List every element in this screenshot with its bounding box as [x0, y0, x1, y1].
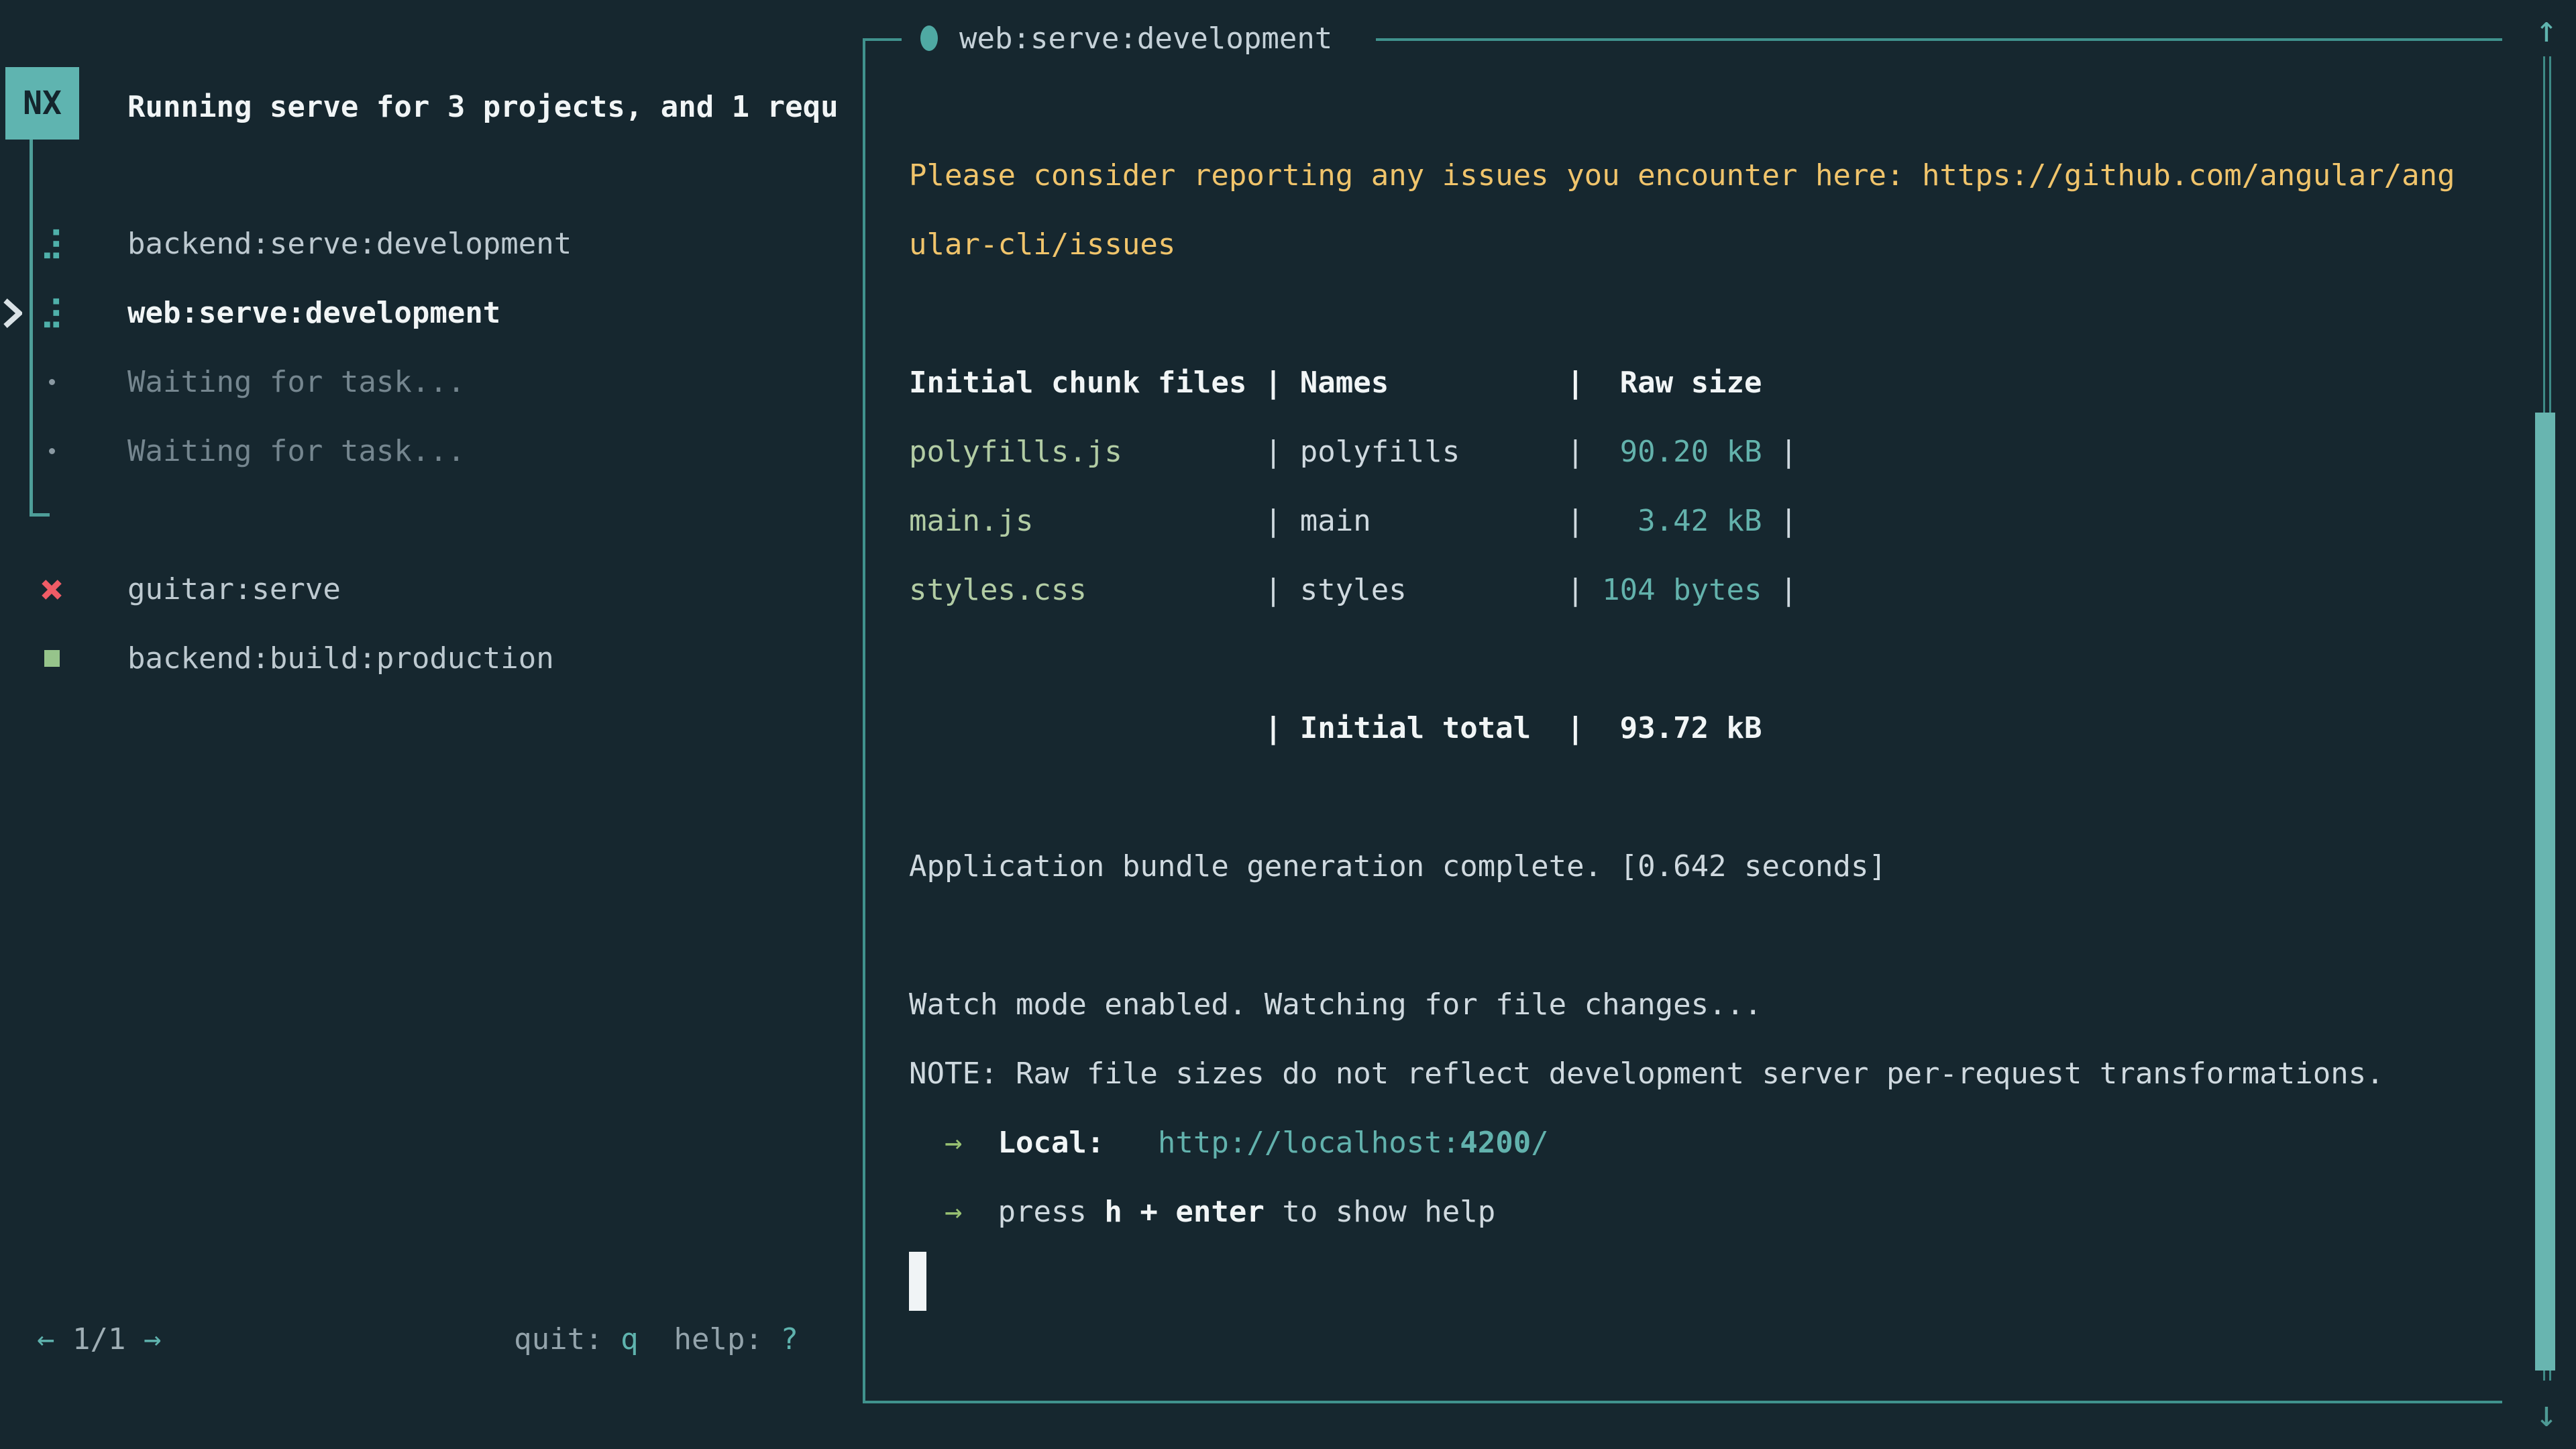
sidebar: NX Running serve for 3 projects, and 1 r…	[0, 0, 863, 1449]
terminal-line: → Local: http://localhost:4200/	[909, 1108, 2532, 1177]
terminal-line: → press h + enter to show help	[909, 1177, 2532, 1246]
nx-tui-screen: NX Running serve for 3 projects, and 1 r…	[0, 0, 2576, 1449]
dot-icon	[36, 347, 68, 417]
terminal-text: |	[1762, 573, 1798, 607]
spinner-icon	[36, 209, 68, 278]
page-indicator	[55, 1322, 73, 1356]
terminal-text: |	[1762, 504, 1798, 538]
panel-border-left	[863, 38, 865, 1403]
shortcut-key: q	[621, 1322, 639, 1356]
terminal-text: Application bundle generation complete. …	[909, 849, 1886, 883]
terminal-text: Local:	[998, 1126, 1104, 1160]
terminal-text: press	[998, 1195, 1104, 1229]
terminal-line: | Initial total | 93.72 kB	[909, 694, 2532, 763]
terminal-text: ular-cli/issues	[909, 227, 1175, 262]
terminal-output: Please consider reporting any issues you…	[909, 141, 2532, 1316]
terminal-line: polyfills.js | polyfills | 90.20 kB |	[909, 417, 2532, 486]
terminal-text: | Initial total | 93.72 kB	[909, 711, 1762, 745]
task-row-spacer	[0, 486, 863, 555]
terminal-text	[962, 1195, 998, 1229]
local-url[interactable]: 4200	[1460, 1126, 1531, 1160]
local-url[interactable]: http://localhost:	[1158, 1126, 1460, 1160]
terminal-text: 90.20 kB	[1602, 435, 1762, 469]
page-indicator-value: 1/1	[72, 1322, 125, 1356]
dot-icon	[36, 417, 68, 486]
terminal-line: main.js | main | 3.42 kB |	[909, 486, 2532, 555]
none-icon	[36, 486, 68, 555]
terminal-line: styles.css | styles | 104 bytes |	[909, 555, 2532, 625]
terminal-text: →	[945, 1126, 963, 1160]
terminal-text: to show help	[1265, 1195, 1495, 1229]
task-label: backend:build:production	[127, 641, 554, 676]
panel-header: web:serve:development	[863, 4, 2576, 72]
spinner-icon	[36, 278, 68, 347]
output-panel: web:serve:development Please consider re…	[863, 0, 2576, 1449]
terminal-text: |	[1762, 435, 1798, 469]
task-item-backend-build-production[interactable]: backend:build:production	[0, 624, 863, 693]
panel-title: web:serve:development	[959, 4, 1332, 72]
terminal-line	[909, 279, 2532, 348]
scroll-down-arrow-icon[interactable]: ↓	[2526, 1390, 2567, 1437]
terminal-text: | main |	[1033, 504, 1602, 538]
terminal-line	[909, 625, 2532, 694]
page-next-arrow-icon[interactable]: →	[144, 1322, 162, 1356]
pagination: ← 1/1 →	[37, 1305, 161, 1373]
terminal-line	[909, 1246, 2532, 1316]
terminal-text	[909, 1195, 945, 1229]
spacer	[125, 1322, 144, 1356]
shortcut-label: help:	[639, 1322, 781, 1356]
terminal-line: Please consider reporting any issues you…	[909, 141, 2532, 210]
task-label: Waiting for task...	[127, 365, 465, 399]
shortcut-key: ?	[781, 1322, 799, 1356]
task-label: guitar:serve	[127, 572, 341, 606]
shortcut-label: quit:	[514, 1322, 621, 1356]
terminal-text: Please consider reporting any issues you…	[909, 158, 2455, 193]
app-title: Running serve for 3 projects, and 1 requ	[127, 72, 863, 141]
terminal-text: Initial chunk files | Names | Raw size	[909, 366, 1762, 400]
terminal-line: Initial chunk files | Names | Raw size	[909, 348, 2532, 417]
scrollbar-thumb[interactable]	[2535, 413, 2555, 1371]
terminal-text: | polyfills |	[1122, 435, 1602, 469]
terminal-text: Watch mode enabled. Watching for file ch…	[909, 987, 1762, 1022]
local-url[interactable]: /	[1531, 1126, 1549, 1160]
task-item-Waiting for task...[interactable]: Waiting for task...	[0, 347, 863, 417]
terminal-text: | styles |	[1087, 573, 1602, 607]
running-status-dot-icon	[920, 25, 938, 51]
shortcut-hints: quit: q help: ?	[514, 1305, 798, 1373]
terminal-text: 104 bytes	[1602, 573, 1762, 607]
terminal-text: →	[945, 1195, 963, 1229]
terminal-line: Application bundle generation complete. …	[909, 832, 2532, 901]
task-list: backend:serve:development web:serve:devel…	[0, 209, 863, 693]
panel-border-bottom	[863, 1401, 2502, 1403]
terminal-text: polyfills.js	[909, 435, 1122, 469]
terminal-text: 3.42 kB	[1602, 504, 1762, 538]
task-item-web-serve-development[interactable]: web:serve:development	[0, 278, 863, 347]
terminal-text: styles.css	[909, 573, 1087, 607]
terminal-line: ular-cli/issues	[909, 210, 2532, 279]
nx-logo: NX	[5, 67, 79, 140]
selected-caret-icon	[2, 299, 22, 328]
page-prev-arrow-icon[interactable]: ←	[37, 1322, 55, 1356]
terminal-text	[909, 1126, 945, 1160]
square-icon	[36, 624, 68, 693]
terminal-text: NOTE: Raw file sizes do not reflect deve…	[909, 1057, 2384, 1091]
task-label: web:serve:development	[127, 296, 500, 330]
task-item-backend-serve-development[interactable]: backend:serve:development	[0, 209, 863, 278]
terminal-line: NOTE: Raw file sizes do not reflect deve…	[909, 1039, 2532, 1108]
terminal-text	[1104, 1126, 1157, 1160]
terminal-text: h + enter	[1104, 1195, 1264, 1229]
terminal-text	[962, 1126, 998, 1160]
scroll-up-arrow-icon[interactable]: ↑	[2526, 5, 2567, 52]
terminal-line: Watch mode enabled. Watching for file ch…	[909, 970, 2532, 1039]
task-item-Waiting for task...[interactable]: Waiting for task...	[0, 417, 863, 486]
task-label: backend:serve:development	[127, 227, 572, 261]
cross-icon	[36, 555, 68, 624]
terminal-line	[909, 901, 2532, 970]
terminal-line	[909, 763, 2532, 832]
task-label: Waiting for task...	[127, 434, 465, 468]
terminal-text: main.js	[909, 504, 1033, 538]
task-item-guitar-serve[interactable]: guitar:serve	[0, 555, 863, 624]
terminal-cursor	[909, 1252, 926, 1311]
